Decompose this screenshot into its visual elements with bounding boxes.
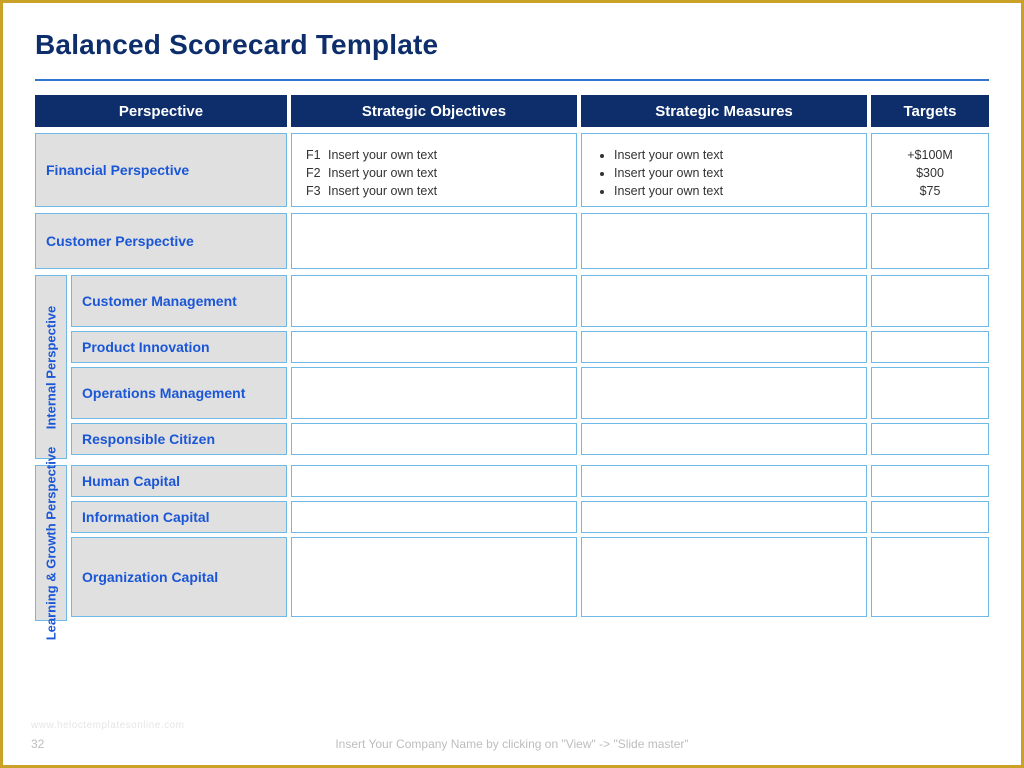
- obj-code: F2: [306, 164, 328, 182]
- cell-targets: [871, 465, 989, 497]
- target-value: +$100M: [876, 146, 984, 164]
- cell-targets: [871, 367, 989, 419]
- vertical-label-internal: Internal Perspective: [35, 275, 67, 459]
- customer-targets: [871, 213, 989, 269]
- label-information-capital: Information Capital: [71, 501, 287, 533]
- cell-targets: [871, 331, 989, 363]
- cell-objectives: [291, 331, 577, 363]
- financial-targets: +$100M $300 $75: [871, 133, 989, 207]
- target-value: $75: [876, 182, 984, 200]
- obj-text: Insert your own text: [328, 166, 437, 180]
- cell-measures: [581, 501, 867, 533]
- measure-item: Insert your own text: [614, 164, 862, 182]
- cell-objectives: [291, 275, 577, 327]
- page-title: Balanced Scorecard Template: [35, 29, 989, 61]
- label-customer: Customer Perspective: [35, 213, 287, 269]
- cell-measures: [581, 367, 867, 419]
- measure-item: Insert your own text: [614, 146, 862, 164]
- cell-objectives: [291, 537, 577, 617]
- table-row: Organization Capital: [71, 537, 989, 617]
- cell-measures: [581, 423, 867, 455]
- cell-measures: [581, 331, 867, 363]
- label-customer-mgmt: Customer Management: [71, 275, 287, 327]
- cell-objectives: [291, 423, 577, 455]
- cell-targets: [871, 537, 989, 617]
- label-human-capital: Human Capital: [71, 465, 287, 497]
- table-row: Product Innovation: [71, 331, 989, 363]
- measure-item: Insert your own text: [614, 182, 862, 200]
- table-row: Information Capital: [71, 501, 989, 533]
- footer-hint: Insert Your Company Name by clicking on …: [3, 737, 1021, 751]
- label-operations-mgmt: Operations Management: [71, 367, 287, 419]
- cell-measures: [581, 537, 867, 617]
- table-row: Operations Management: [71, 367, 989, 419]
- slide-frame: Balanced Scorecard Template Perspective …: [0, 0, 1024, 768]
- table-row: Customer Management: [71, 275, 989, 327]
- cell-objectives: [291, 367, 577, 419]
- table-row: Human Capital: [71, 465, 989, 497]
- obj-code: F1: [306, 146, 328, 164]
- label-responsible-citizen: Responsible Citizen: [71, 423, 287, 455]
- cell-measures: [581, 465, 867, 497]
- col-header-objectives: Strategic Objectives: [291, 95, 577, 127]
- col-header-measures: Strategic Measures: [581, 95, 867, 127]
- row-financial: Financial Perspective F1Insert your own …: [35, 133, 989, 207]
- obj-code: F3: [306, 182, 328, 200]
- cell-measures: [581, 275, 867, 327]
- table-header: Perspective Strategic Objectives Strateg…: [35, 95, 989, 127]
- title-rule: [35, 79, 989, 81]
- financial-measures: Insert your own text Insert your own tex…: [581, 133, 867, 207]
- obj-text: Insert your own text: [328, 148, 437, 162]
- cell-targets: [871, 501, 989, 533]
- cell-targets: [871, 275, 989, 327]
- col-header-targets: Targets: [871, 95, 989, 127]
- col-header-perspective: Perspective: [35, 95, 287, 127]
- row-customer: Customer Perspective: [35, 213, 989, 269]
- target-value: $300: [876, 164, 984, 182]
- cell-targets: [871, 423, 989, 455]
- table-row: Responsible Citizen: [71, 423, 989, 455]
- financial-objectives: F1Insert your own text F2Insert your own…: [291, 133, 577, 207]
- vertical-label-learning: Learning & Growth Perspective: [35, 465, 67, 621]
- group-internal: Internal Perspective Customer Management…: [35, 275, 989, 459]
- customer-objectives: [291, 213, 577, 269]
- watermark-text: www.heloctemplatesonline.com: [31, 720, 185, 731]
- customer-measures: [581, 213, 867, 269]
- label-organization-capital: Organization Capital: [71, 537, 287, 617]
- group-learning: Learning & Growth Perspective Human Capi…: [35, 465, 989, 621]
- label-product-innovation: Product Innovation: [71, 331, 287, 363]
- cell-objectives: [291, 501, 577, 533]
- cell-objectives: [291, 465, 577, 497]
- label-financial: Financial Perspective: [35, 133, 287, 207]
- obj-text: Insert your own text: [328, 184, 437, 198]
